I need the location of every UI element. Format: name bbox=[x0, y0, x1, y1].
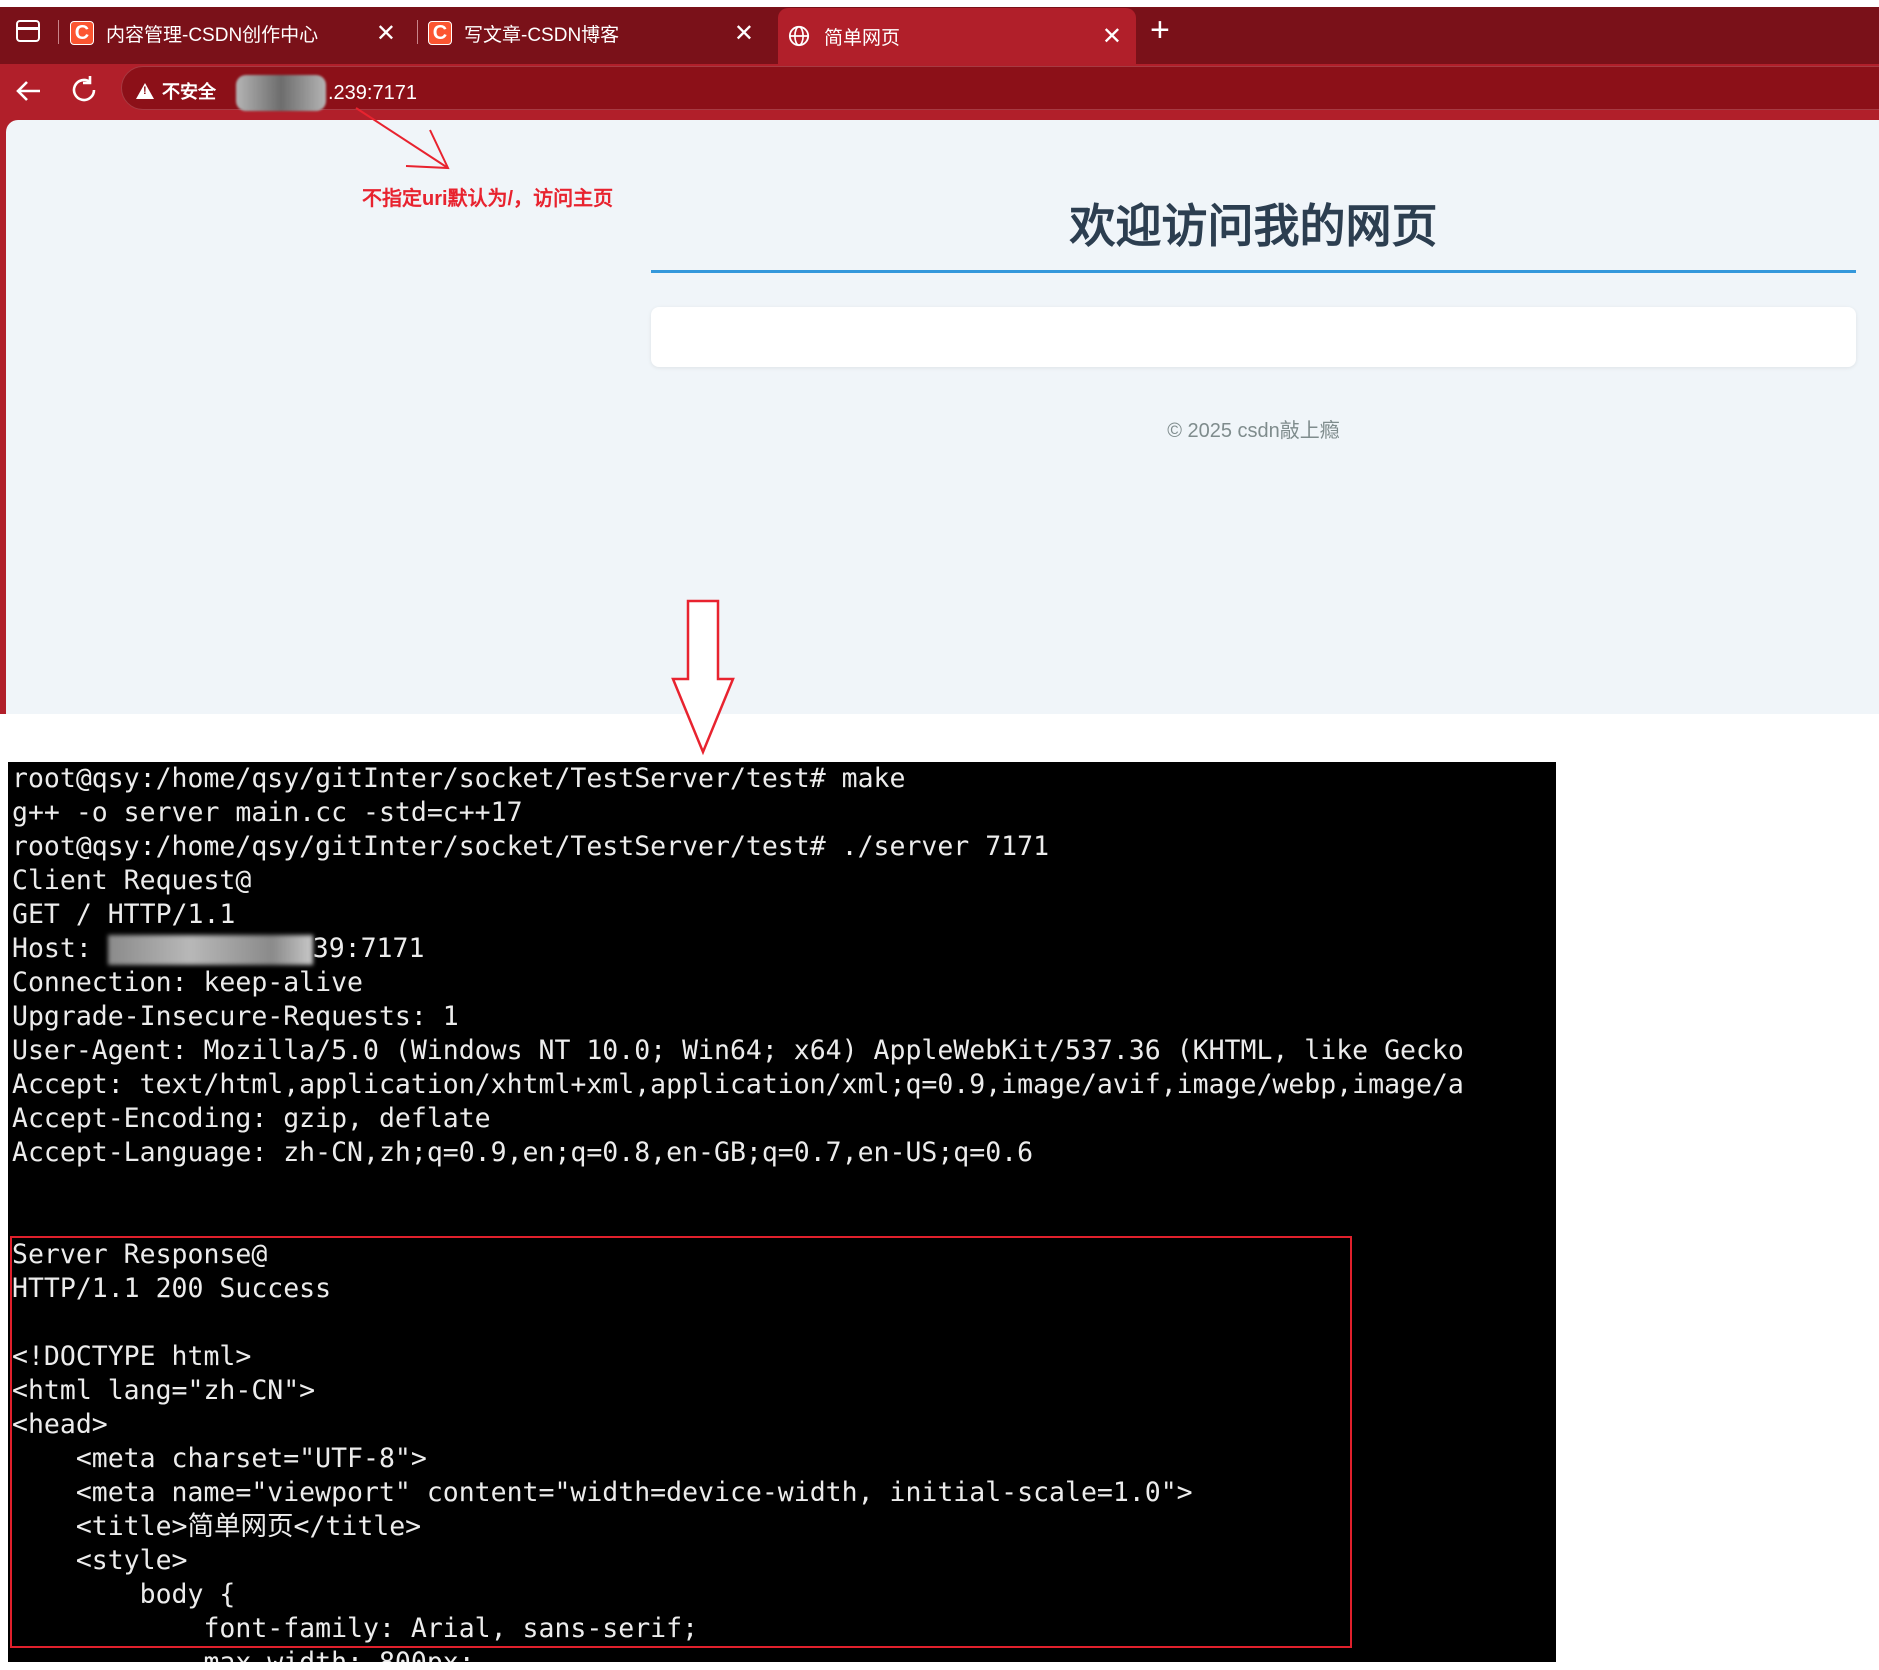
annotation-arrows bbox=[355, 107, 735, 756]
down-arrow-icon bbox=[671, 599, 735, 756]
pointer-arrow-icon bbox=[355, 107, 450, 170]
